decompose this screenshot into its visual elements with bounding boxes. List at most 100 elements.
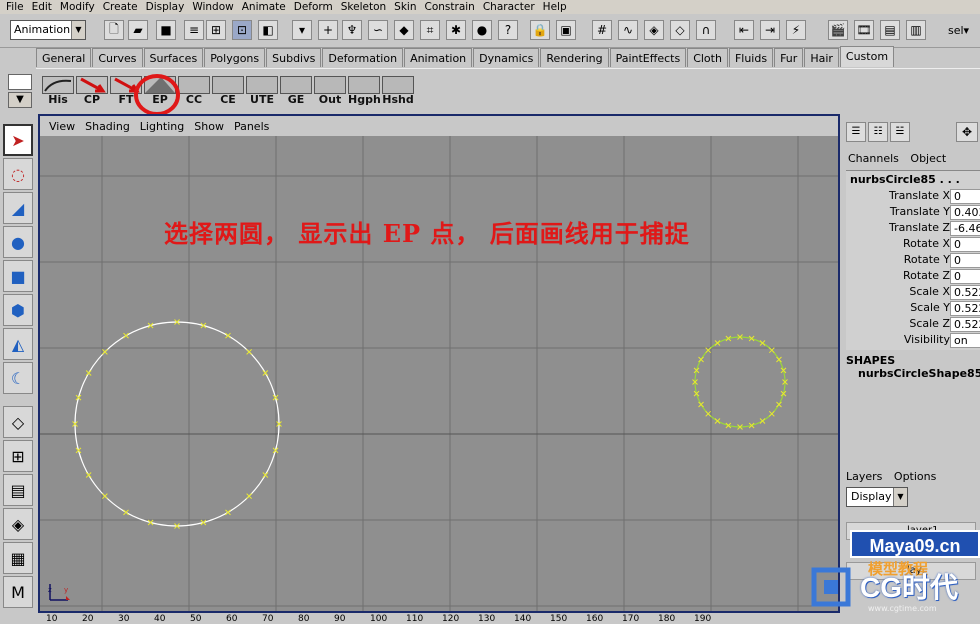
menu-deform[interactable]: Deform (292, 0, 339, 14)
rotate-tool-icon[interactable]: ● (3, 226, 33, 258)
tab-hair[interactable]: Hair (804, 48, 839, 67)
tab-custom[interactable]: Custom (839, 46, 895, 67)
render-view-icon[interactable]: 🎬 (828, 20, 848, 40)
attribute-value-field[interactable]: 0 (950, 269, 980, 284)
render-current-icon[interactable]: 🎞 (854, 20, 874, 40)
menu-skin[interactable]: Skin (392, 0, 422, 14)
menu-create[interactable]: Create (101, 0, 144, 14)
channel-box-icon[interactable]: ☱ (890, 122, 910, 142)
attribute-row[interactable]: Scale X0.522 (846, 285, 980, 301)
move-tool-icon[interactable]: ◢ (3, 192, 33, 224)
viewport-menu-show[interactable]: Show (189, 120, 229, 133)
curve-tool-icon[interactable]: ☾ (3, 362, 33, 394)
menu-options[interactable]: Options (894, 470, 936, 483)
attribute-value-field[interactable]: on (950, 333, 980, 348)
manipulator-tool-icon[interactable]: ⬢ (3, 294, 33, 326)
attribute-row[interactable]: Translate Z -6.46 (846, 221, 980, 237)
snap-to-point-icon[interactable]: ◈ (644, 20, 664, 40)
menu-file[interactable]: File (4, 0, 30, 14)
tab-general[interactable]: General (36, 48, 92, 67)
attribute-row[interactable]: Translate X0 (846, 189, 980, 205)
select-tool-icon[interactable]: ➤ (3, 124, 33, 156)
attribute-value-field[interactable]: 0 (950, 237, 980, 252)
shelf-button-ute[interactable]: UTE (246, 76, 278, 106)
select-rendering-icon[interactable]: ● (472, 20, 492, 40)
outliner-layout-icon[interactable]: ▤ (3, 474, 33, 506)
single-perspective-layout-icon[interactable]: ◇ (3, 406, 33, 438)
menu-modify[interactable]: Modify (58, 0, 101, 14)
tab-rendering[interactable]: Rendering (540, 48, 609, 67)
tab-dynamics[interactable]: Dynamics (473, 48, 540, 67)
shelf-button-cc[interactable]: CC (178, 76, 210, 106)
shelf-button-his[interactable]: His (42, 76, 74, 106)
time-ruler[interactable]: 10 20 30 40 50 60 70 80 90 100 110 120 130 140 150 160 1… (0, 614, 980, 624)
open-scene-icon[interactable]: ▰ (128, 20, 148, 40)
attribute-row[interactable]: Scale Y0.522 (846, 301, 980, 317)
shelf-button-hgph[interactable]: Hgph (348, 76, 381, 106)
dropdown-arrow-icon[interactable]: ▼ (893, 488, 907, 506)
attribute-row[interactable]: Rotate X0 (846, 237, 980, 253)
attribute-editor-icon[interactable]: ☰ (846, 122, 866, 142)
menu-edit[interactable]: Edit (30, 0, 58, 14)
tab-polygons[interactable]: Polygons (204, 48, 266, 67)
menu-help[interactable]: Help (541, 0, 573, 14)
ipr-render-icon[interactable]: ▤ (880, 20, 900, 40)
highlight-selection-icon[interactable]: ▣ (556, 20, 576, 40)
tab-surfaces[interactable]: Surfaces (143, 48, 204, 67)
menu-set-dropdown[interactable]: Animation ▼ (10, 20, 86, 40)
attribute-row[interactable]: Scale Z0.522 (846, 317, 980, 333)
tab-painteffects[interactable]: PaintEffects (609, 48, 687, 67)
shelf-button-ge[interactable]: GE (280, 76, 312, 106)
tab-curves[interactable]: Curves (92, 48, 143, 67)
shelf-button-hshd[interactable]: Hshd (382, 76, 414, 106)
menu-display[interactable]: Display (144, 0, 191, 14)
tab-deformation[interactable]: Deformation (322, 48, 404, 67)
snap-to-view-plane-icon[interactable]: ◇ (670, 20, 690, 40)
select-dynamics-icon[interactable]: ✱ (446, 20, 466, 40)
menu-animate[interactable]: Animate (240, 0, 292, 14)
object-name[interactable]: nurbsCircle85 . . . (850, 173, 960, 186)
attribute-value-field[interactable]: 0.522 (950, 317, 980, 332)
select-by-object-icon[interactable]: ⊡ (232, 20, 252, 40)
hypershade-layout-icon[interactable]: ▦ (3, 542, 33, 574)
menu-window[interactable]: Window (190, 0, 239, 14)
tab-cloth[interactable]: Cloth (687, 48, 728, 67)
select-surfaces-icon[interactable]: ◆ (394, 20, 414, 40)
viewport-menu-view[interactable]: View (44, 120, 80, 133)
select-misc-icon[interactable]: ? (498, 20, 518, 40)
attribute-row[interactable]: Rotate Y0 (846, 253, 980, 269)
tab-animation[interactable]: Animation (404, 48, 473, 67)
lock-selection-icon[interactable]: 🔒 (530, 20, 550, 40)
attribute-value-field[interactable]: 0.522 (950, 285, 980, 300)
attribute-value-field[interactable]: 0 (950, 253, 980, 268)
construction-history-icon[interactable]: ⚡ (786, 20, 806, 40)
manipulator-icon[interactable]: ✥ (956, 122, 978, 142)
viewport-menu-panels[interactable]: Panels (229, 120, 274, 133)
sel-label[interactable]: sel▾ (948, 24, 969, 37)
shelf-scroll-down-icon[interactable]: ▼ (8, 92, 32, 108)
shelf-button-cp[interactable]: CP (76, 76, 108, 106)
viewport-canvas[interactable]: 选择两圆， 显示出 EP 点， 后面画线用于捕捉 side z y (40, 136, 838, 611)
mask-filter-icon[interactable]: ▾ (292, 20, 312, 40)
select-deformations-icon[interactable]: ⌗ (420, 20, 440, 40)
attribute-value-field[interactable]: 0 (950, 189, 980, 204)
viewport-menu-lighting[interactable]: Lighting (135, 120, 189, 133)
select-joints-icon[interactable]: ♆ (342, 20, 362, 40)
menu-object[interactable]: Object (910, 152, 946, 165)
menu-channels[interactable]: Channels (848, 152, 899, 165)
four-view-layout-icon[interactable]: ⊞ (3, 440, 33, 472)
attribute-value-field[interactable]: 0.403 (950, 205, 980, 220)
selection-mask-icon[interactable]: ≡ (184, 20, 204, 40)
snap-to-grid-icon[interactable]: # (592, 20, 612, 40)
menu-character[interactable]: Character (481, 0, 541, 14)
save-scene-icon[interactable]: ■ (156, 20, 176, 40)
snap-to-curve-icon[interactable]: ∿ (618, 20, 638, 40)
tab-fur[interactable]: Fur (774, 48, 804, 67)
tab-subdivs[interactable]: Subdivs (266, 48, 322, 67)
select-by-hierarchy-icon[interactable]: ⊞ (206, 20, 226, 40)
menu-constrain[interactable]: Constrain (423, 0, 481, 14)
attribute-row[interactable]: Visibility on (846, 333, 980, 349)
render-globals-icon[interactable]: ▥ (906, 20, 926, 40)
make-live-icon[interactable]: ∩ (696, 20, 716, 40)
graph-layout-icon[interactable]: ◈ (3, 508, 33, 540)
